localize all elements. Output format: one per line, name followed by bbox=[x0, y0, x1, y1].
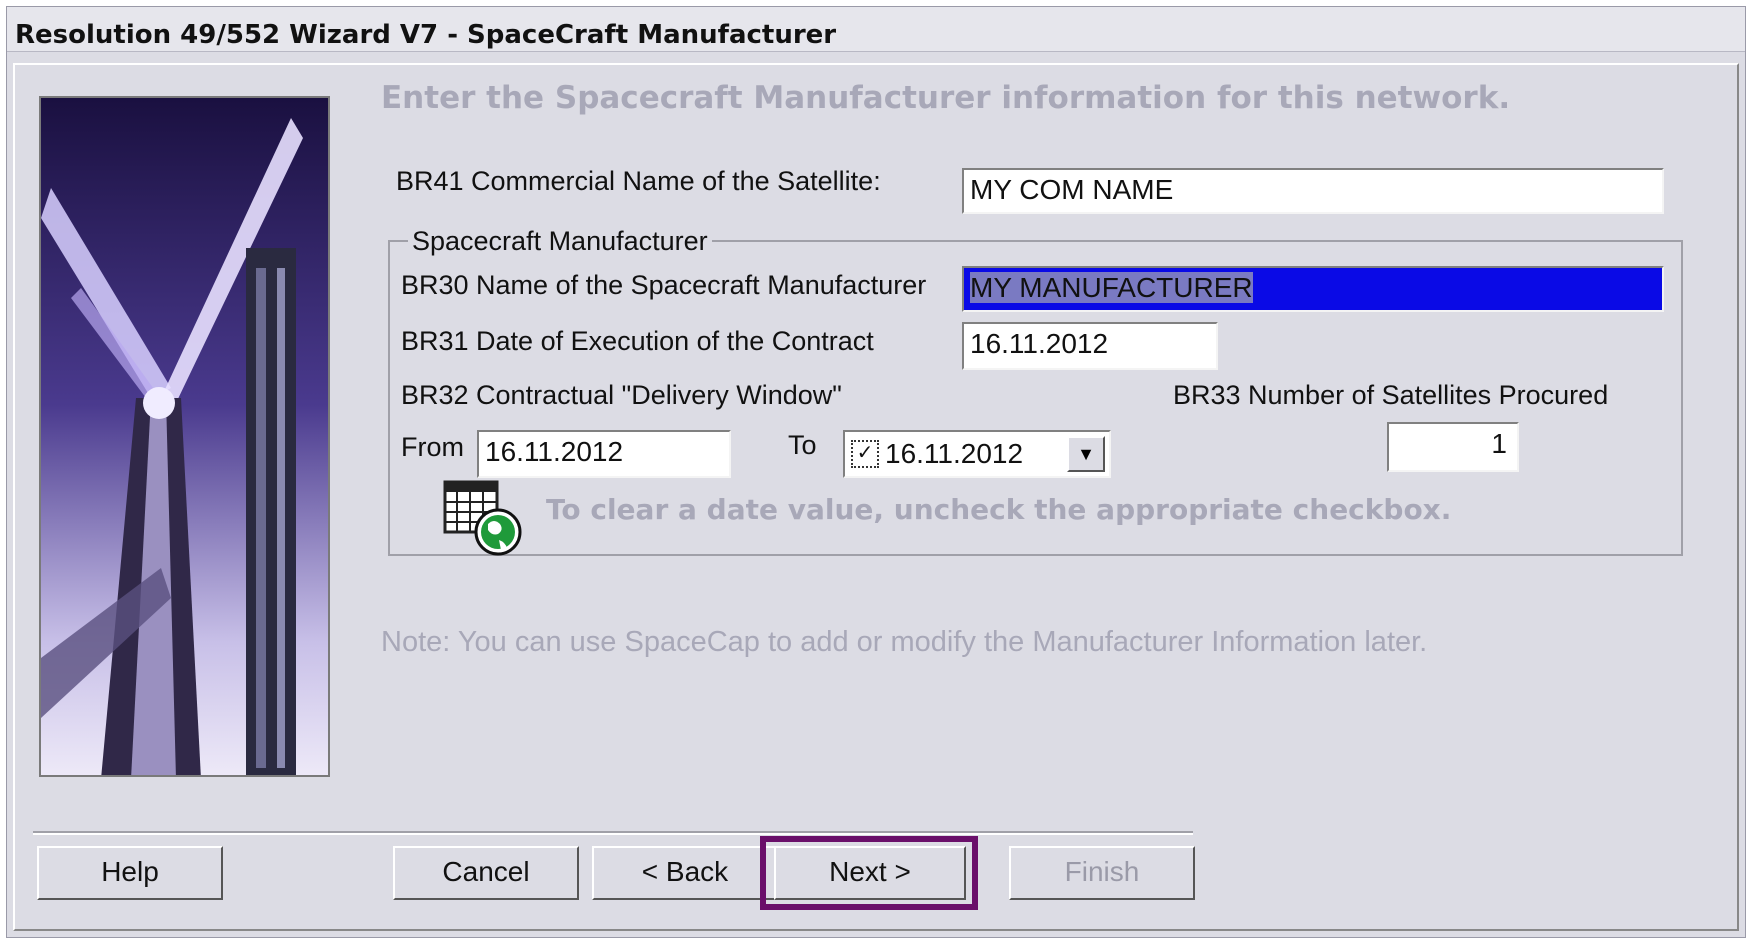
from-date-value: 16.11.2012 bbox=[485, 436, 624, 467]
wizard-side-image bbox=[39, 96, 330, 777]
calendar-icon bbox=[443, 480, 525, 558]
br33-label: BR33 Number of Satellites Procured bbox=[1173, 380, 1609, 410]
note-text: Note: You can use SpaceCap to add or mod… bbox=[381, 626, 1428, 658]
button-separator bbox=[33, 831, 1193, 835]
window-title: Resolution 49/552 Wizard V7 - SpaceCraft… bbox=[15, 20, 837, 50]
dropdown-arrow-icon[interactable]: ▼ bbox=[1067, 436, 1105, 472]
br31-label: BR31 Date of Execution of the Contract bbox=[401, 326, 874, 356]
br41-label: BR41 Commercial Name of the Satellite: bbox=[396, 166, 881, 196]
group-legend: Spacecraft Manufacturer bbox=[408, 226, 712, 257]
wizard-heading: Enter the Spacecraft Manufacturer inform… bbox=[381, 80, 1511, 116]
finish-button[interactable]: Finish bbox=[1009, 846, 1195, 900]
commercial-name-input[interactable]: MY COM NAME bbox=[962, 168, 1664, 214]
br30-label: BR30 Name of the Spacecraft Manufacturer bbox=[401, 270, 927, 300]
commercial-name-value: MY COM NAME bbox=[970, 174, 1174, 205]
to-label: To bbox=[788, 430, 817, 460]
satellites-count-input[interactable]: 1 bbox=[1387, 422, 1519, 472]
to-date-value: 16.11.2012 bbox=[885, 438, 1024, 469]
from-date-input[interactable]: 16.11.2012 bbox=[477, 430, 731, 478]
contract-date-input[interactable]: 16.11.2012 bbox=[962, 322, 1218, 370]
help-button[interactable]: Help bbox=[37, 846, 223, 900]
satellites-count-value: 1 bbox=[1491, 428, 1507, 459]
from-label: From bbox=[401, 432, 464, 462]
cancel-button[interactable]: Cancel bbox=[393, 846, 579, 900]
globe-icon bbox=[474, 508, 522, 556]
back-button[interactable]: < Back bbox=[592, 846, 778, 900]
to-date-checkbox[interactable]: ✓ bbox=[851, 440, 879, 468]
manufacturer-name-value: MY MANUFACTURER bbox=[970, 272, 1253, 303]
next-button[interactable]: Next > bbox=[774, 846, 966, 900]
contract-date-value: 16.11.2012 bbox=[970, 328, 1109, 359]
clear-date-hint: To clear a date value, uncheck the appro… bbox=[546, 493, 1452, 526]
title-bar: Resolution 49/552 Wizard V7 - SpaceCraft… bbox=[7, 7, 1745, 52]
br32-label: BR32 Contractual "Delivery Window" bbox=[401, 380, 842, 410]
manufacturer-name-input[interactable]: MY MANUFACTURER bbox=[962, 266, 1664, 312]
to-date-picker[interactable]: ✓ 16.11.2012 ▼ bbox=[843, 430, 1111, 478]
